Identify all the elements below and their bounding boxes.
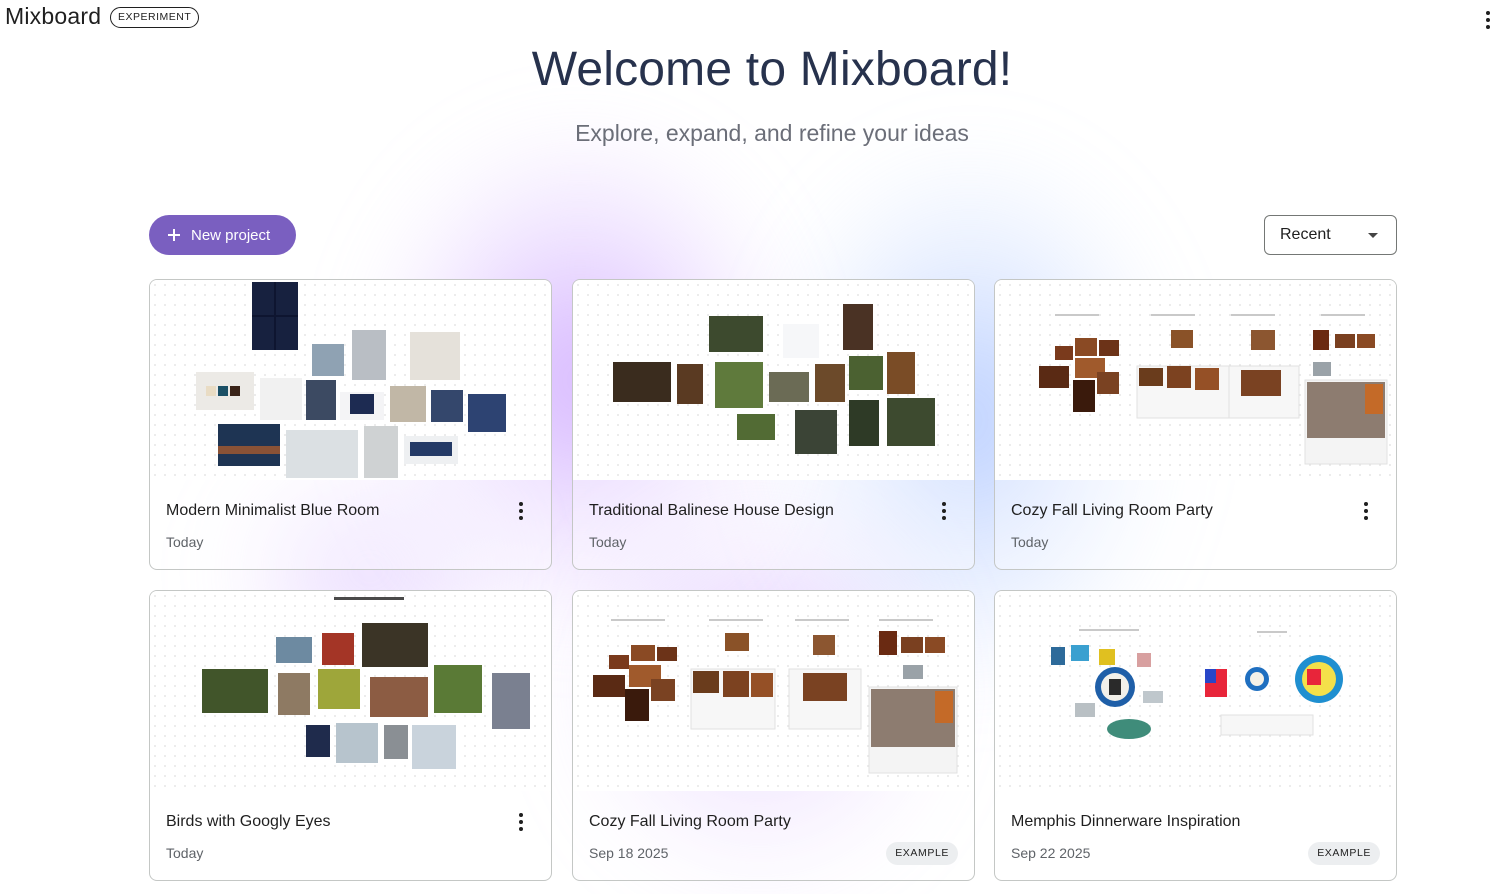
project-title: Traditional Balinese House Design <box>589 502 834 519</box>
more-vert-icon[interactable] <box>1358 500 1374 522</box>
project-title: Memphis Dinnerware Inspiration <box>1011 813 1241 830</box>
arrow-drop-down-icon <box>1368 233 1378 238</box>
project-card[interactable]: Memphis Dinnerware Inspiration Sep 22 20… <box>994 590 1397 881</box>
project-title: Cozy Fall Living Room Party <box>1011 502 1213 519</box>
project-thumbnail <box>995 591 1396 791</box>
page-title: Welcome to Mixboard! <box>531 43 1013 96</box>
page-subtitle: Explore, expand, and refine your ideas <box>575 120 969 146</box>
sort-dropdown[interactable]: Recent <box>1264 215 1397 255</box>
project-date: Sep 22 2025 <box>1011 845 1091 861</box>
more-vert-icon[interactable] <box>1480 9 1496 31</box>
project-title: Cozy Fall Living Room Party <box>589 813 791 830</box>
sort-value: Recent <box>1280 226 1331 243</box>
project-card[interactable]: Traditional Balinese House Design Today <box>572 279 975 570</box>
project-card[interactable]: Cozy Fall Living Room Party Today <box>994 279 1397 570</box>
more-vert-icon[interactable] <box>936 500 952 522</box>
project-thumbnail <box>573 591 974 791</box>
example-badge: EXAMPLE <box>886 842 958 865</box>
project-title: Modern Minimalist Blue Room <box>166 502 380 519</box>
project-date: Today <box>166 534 204 550</box>
project-card[interactable]: Birds with Googly Eyes Today <box>149 590 552 881</box>
more-vert-icon[interactable] <box>513 500 529 522</box>
project-thumbnail <box>150 280 551 480</box>
plus-icon <box>167 228 181 242</box>
example-badge: EXAMPLE <box>1308 842 1380 865</box>
project-date: Today <box>166 845 204 861</box>
project-thumbnail <box>573 280 974 480</box>
project-card[interactable]: Cozy Fall Living Room Party Sep 18 2025 … <box>572 590 975 881</box>
project-date: Today <box>1011 534 1049 550</box>
new-project-label: New project <box>191 226 271 244</box>
project-thumbnail <box>150 591 551 791</box>
experiment-badge: EXPERIMENT <box>110 7 200 28</box>
project-title: Birds with Googly Eyes <box>166 813 331 830</box>
app-name: Mixboard <box>5 3 102 29</box>
project-card[interactable]: Modern Minimalist Blue Room Today <box>149 279 552 570</box>
project-thumbnail <box>995 280 1396 480</box>
more-vert-icon[interactable] <box>513 811 529 833</box>
project-date: Sep 18 2025 <box>589 845 669 861</box>
top-bar: Mixboard EXPERIMENT <box>0 0 1504 36</box>
project-date: Today <box>589 534 627 550</box>
new-project-button[interactable]: New project <box>149 215 296 255</box>
